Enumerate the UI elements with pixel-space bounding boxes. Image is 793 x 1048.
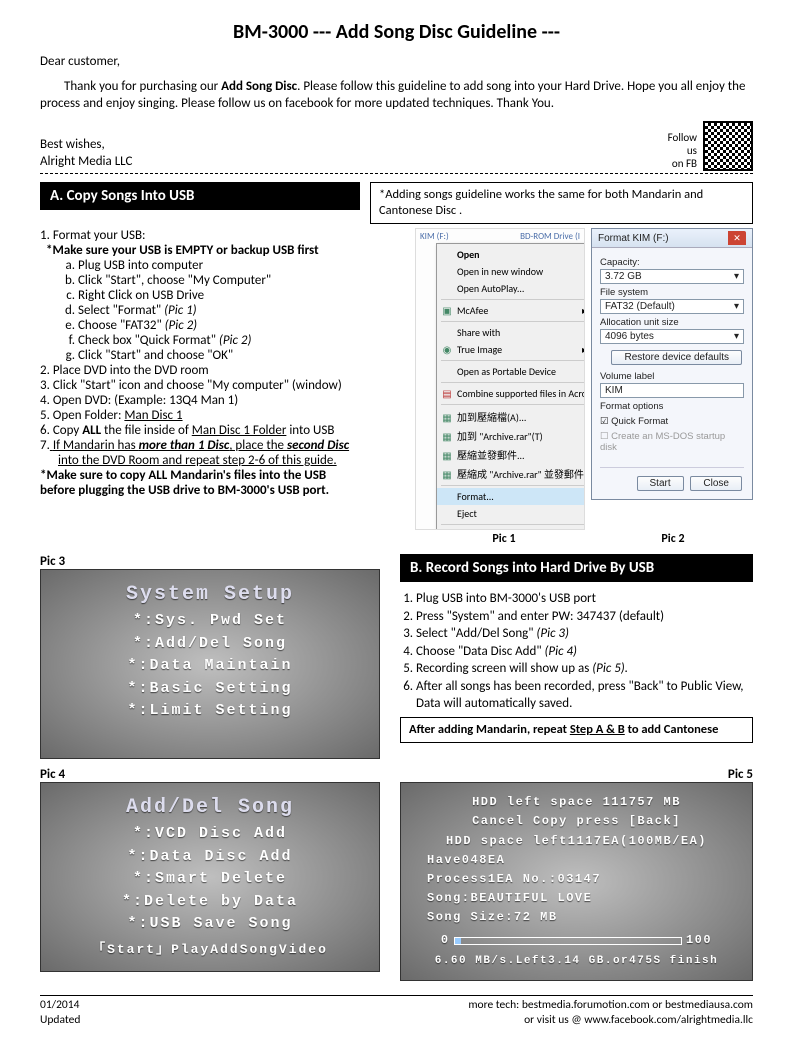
pic4-label: Pic 4	[40, 767, 380, 782]
step-5: 5. Open Folder: Man Disc 1	[40, 408, 405, 423]
progress-bar	[454, 937, 682, 945]
menu-portable[interactable]: Open as Portable Device	[437, 363, 585, 380]
pdf-icon: ▤	[441, 387, 453, 400]
step-4: 4. Open DVD: (Example: 13Q4 Man 1)	[40, 393, 405, 408]
pic3-label: Pic 3	[40, 554, 380, 569]
msdos-checkbox: ☐ Create an MS-DOS startup disk	[600, 431, 744, 453]
fo-label: Format options	[600, 401, 744, 412]
menu-rar2[interactable]: ▦加到 "Archive.rar"(T)	[437, 426, 585, 445]
restore-button[interactable]: Restore device defaults	[611, 350, 742, 365]
menu-mcafee[interactable]: ▣McAfee ▸	[437, 302, 585, 319]
section-b-note: After adding Mandarin, repeat Step A & B…	[400, 717, 753, 743]
menu-rar3[interactable]: ▦壓縮並發郵件...	[437, 445, 585, 464]
section-b-steps: Plug USB into BM-3000's USB port Press "…	[400, 590, 753, 713]
section-b-header: B. Record Songs into Hard Drive By USB	[400, 554, 753, 582]
dialog-title: Format KIM (F:)	[598, 233, 669, 244]
post-warn-1: *Make sure to copy ALL Mandarin's files …	[40, 468, 405, 483]
footer-link1: more tech: bestmedia.forumotion.com or b…	[468, 998, 753, 1013]
step-1: 1. Format your USB:	[40, 228, 405, 243]
step-7: 7. If Mandarin has more than 1 Disc, pla…	[40, 438, 405, 453]
qr-icon	[703, 121, 753, 171]
format-dialog: Format KIM (F:) ✕ Capacity: 3.72 GB▾ Fil…	[591, 228, 753, 500]
follow-label: Follow us on FB	[668, 131, 697, 171]
capacity-select[interactable]: 3.72 GB▾	[600, 269, 744, 284]
screen-system-setup: System Setup *:Sys. Pwd Set *:Add/Del So…	[40, 569, 380, 759]
disk-icon: ◉	[441, 343, 453, 356]
section-a-header: A. Copy Songs Into USB	[40, 182, 360, 210]
pic5-label: Pic 5	[400, 767, 753, 782]
pic2-label: Pic 2	[593, 532, 753, 546]
divider	[40, 173, 753, 174]
post-warn-2: before plugging the USB drive to BM-3000…	[40, 483, 405, 498]
archive-icon: ▦	[441, 411, 453, 424]
start-button[interactable]: Start	[637, 476, 684, 491]
menu-eject[interactable]: Eject	[437, 505, 585, 522]
vl-input[interactable]: KIM	[600, 383, 744, 398]
footer-date: 01/2014	[40, 998, 80, 1013]
step-6: 6. Copy ALL the file inside of Man Disc …	[40, 423, 405, 438]
usb-warn: *Make sure your USB is EMPTY or backup U…	[40, 243, 405, 258]
step-3: 3. Click "Start" icon and choose "My com…	[40, 378, 405, 393]
top-note-box: *Adding songs guideline works the same f…	[370, 182, 753, 225]
menu-open-new[interactable]: Open in new window	[437, 263, 585, 280]
capacity-label: Capacity:	[600, 257, 744, 268]
au-label: Allocation unit size	[600, 317, 744, 328]
screen-recording: HDD left space 111757 MB Cancel Copy pre…	[400, 782, 753, 981]
pic1-label: Pic 1	[415, 532, 593, 546]
close-icon[interactable]: ✕	[728, 231, 746, 245]
footer-updated: Updated	[40, 1013, 80, 1028]
step-2: 2. Place DVD into the DVD room	[40, 363, 405, 378]
footer-link2: or visit us @ www.facebook.com/alrightme…	[468, 1013, 753, 1028]
fs-label: File system	[600, 287, 744, 298]
step-7b: into the DVD Room and repeat step 2-6 of…	[40, 453, 405, 468]
quickformat-checkbox[interactable]: ☑ Quick Format	[600, 416, 744, 427]
menu-format[interactable]: Format...	[437, 488, 585, 505]
shield-icon: ▣	[441, 304, 453, 317]
menu-trueimage[interactable]: ◉True Image ▸	[437, 341, 585, 358]
greeting: Dear customer,	[40, 54, 753, 71]
close-button[interactable]: Close	[690, 476, 742, 491]
menu-cut[interactable]: Cut	[437, 527, 585, 530]
intro-text: Thank you for purchasing our Add Song Di…	[40, 79, 753, 113]
context-menu[interactable]: Open Open in new window Open AutoPlay...…	[436, 243, 585, 530]
menu-autoplay[interactable]: Open AutoPlay...	[437, 280, 585, 297]
menu-rar4[interactable]: ▦壓縮成 "Archive.rar" 並發郵件	[437, 464, 585, 483]
au-select[interactable]: 4096 bytes▾	[600, 329, 744, 344]
screen-add-del: Add/Del Song *:VCD Disc Add *:Data Disc …	[40, 782, 380, 972]
menu-rar1[interactable]: ▦加到壓縮檔(A)...	[437, 407, 585, 426]
page-title: BM-3000 --- Add Song Disc Guideline ---	[40, 20, 753, 44]
archive-icon: ▦	[441, 430, 453, 443]
signoff-1: Best wishes,	[40, 137, 132, 154]
archive-icon: ▦	[441, 449, 453, 462]
menu-share[interactable]: Share with	[437, 324, 585, 341]
substeps: Plug USB into computer Click "Start", ch…	[40, 258, 405, 363]
archive-icon: ▦	[441, 468, 453, 481]
fs-select[interactable]: FAT32 (Default)▾	[600, 299, 744, 314]
signoff-2: Alright Media LLC	[40, 154, 132, 171]
vl-label: Volume label	[600, 371, 744, 382]
menu-acrobat[interactable]: ▤Combine supported files in Acrobat...	[437, 385, 585, 402]
menu-open[interactable]: Open	[437, 246, 585, 263]
